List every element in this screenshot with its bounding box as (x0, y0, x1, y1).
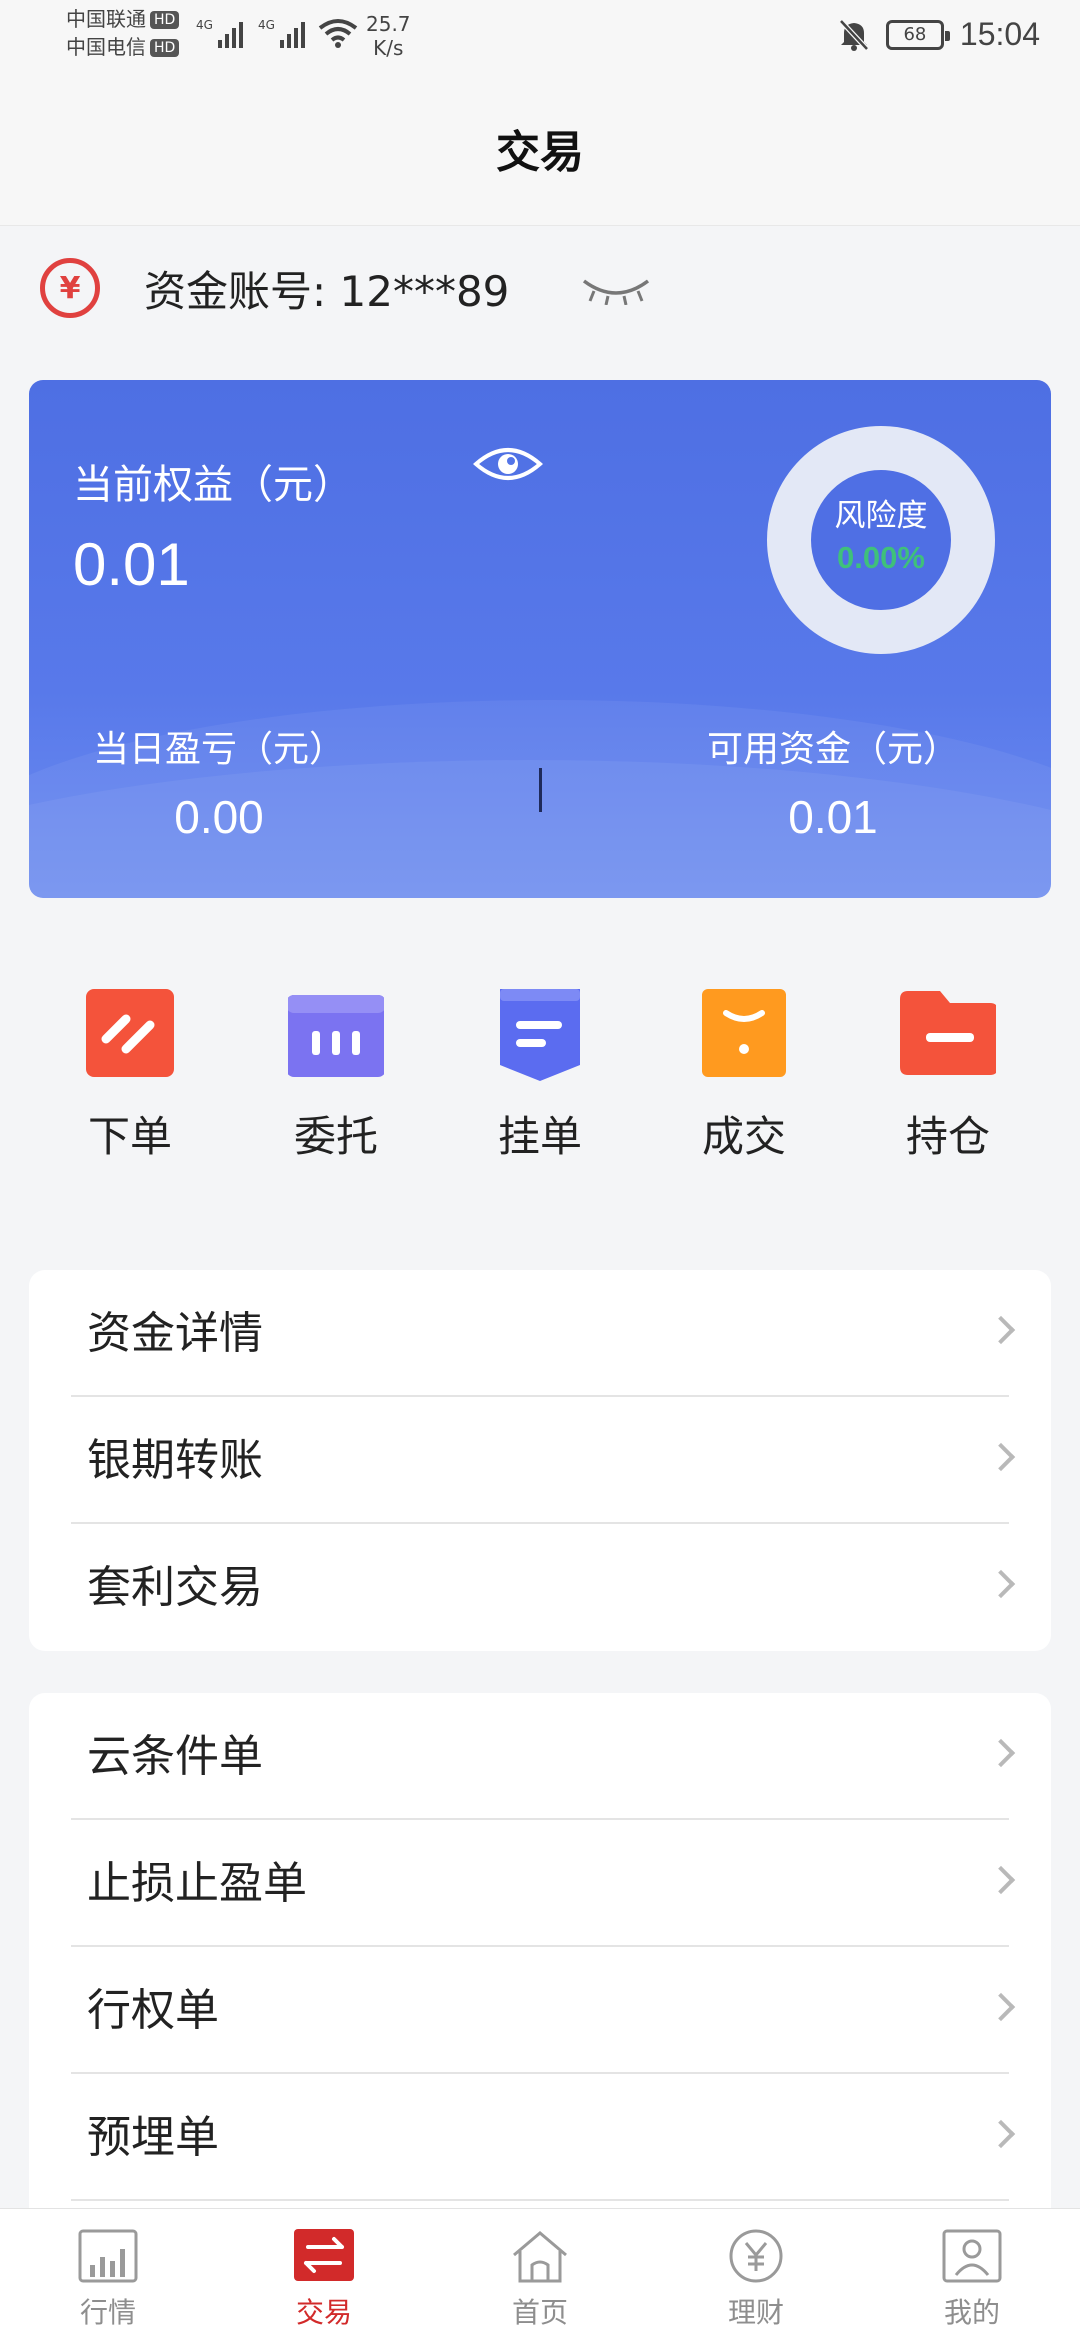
action-label: 下单 (87, 1112, 172, 1161)
action-label: 持仓 (905, 1112, 990, 1161)
market-chart-icon (78, 2229, 138, 2285)
tab-label: 我的 (943, 2296, 1000, 2329)
daily-pl: 当日盈亏（元） 0.00 (29, 720, 419, 844)
available-funds-value: 0.01 (788, 791, 878, 843)
action-place-order[interactable]: 下单 (50, 985, 210, 1164)
signal-icon: 4G (196, 18, 243, 48)
available-funds: 可用资金（元） 0.01 (633, 720, 1033, 844)
tab-trade[interactable]: 交易 (254, 2209, 394, 2331)
network-type-label: 4G (258, 18, 275, 32)
tab-label: 理财 (727, 2296, 784, 2329)
menu-item-stop-loss-take-profit[interactable]: 止损止盈单 (29, 1820, 1051, 1947)
action-deal[interactable]: 成交 (664, 985, 824, 1164)
quick-actions: 下单 委托 挂单 成交 持仓 (0, 985, 1080, 1161)
menu-item-label: 银期转账 (87, 1435, 263, 1486)
carrier-1-name: 中国联通 (66, 7, 146, 31)
network-type-label: 4G (196, 18, 213, 32)
action-entrust[interactable]: 委托 (256, 985, 416, 1164)
carrier-2-name: 中国电信 (66, 35, 146, 59)
network-speed: 25.7 K/s (366, 12, 411, 60)
chevron-right-icon (986, 2119, 1016, 2149)
available-funds-label: 可用资金（元） (706, 729, 959, 770)
wifi-icon (318, 19, 358, 48)
menu-item-cloud-conditional-order[interactable]: 云条件单 (29, 1693, 1051, 1820)
menu-item-label: 资金详情 (87, 1308, 263, 1359)
equity-value: 0.01 (73, 531, 190, 598)
tab-label: 交易 (295, 2296, 352, 2329)
equity-label: 当前权益（元） (73, 462, 353, 508)
tab-label: 行情 (79, 2296, 136, 2329)
daily-pl-value: 0.00 (174, 791, 264, 843)
menu-item-label: 套利交易 (87, 1562, 263, 1613)
menu-item-label: 行权单 (87, 1985, 219, 2036)
pending-order-icon (492, 985, 588, 1081)
tab-home[interactable]: 首页 (470, 2209, 610, 2331)
risk-value: 0.00% (837, 540, 925, 575)
menu-item-label: 止损止盈单 (87, 1858, 307, 1909)
tab-market[interactable]: 行情 (38, 2209, 178, 2331)
menu-item-fund-details[interactable]: 资金详情 (29, 1270, 1051, 1397)
daily-pl-label: 当日盈亏（元） (92, 729, 345, 770)
tab-profile[interactable]: 我的 (902, 2209, 1042, 2331)
fund-account-number: 资金账号: 12***89 (144, 266, 510, 316)
signal-icon: 4G (258, 18, 305, 48)
chevron-right-icon (986, 1569, 1016, 1599)
status-bar: 中国联通 HD 中国电信 HD 4G 4G 25.7 K/s 68 15:04 (0, 0, 1080, 76)
action-label: 委托 (293, 1112, 378, 1161)
entrust-icon (286, 985, 386, 1081)
menu-item-label: 预埋单 (87, 2112, 219, 2163)
place-order-icon (82, 985, 178, 1081)
profile-icon (942, 2229, 1002, 2285)
asset-summary-card: 当前权益（元） 0.01 风险度 0.00% 当日盈亏（元） 0.00 可用资金… (29, 380, 1051, 898)
bottom-tab-bar: 行情 交易 首页 理财 我的 (0, 2208, 1080, 2340)
divider (539, 768, 542, 812)
speed-value: 25.7 (366, 12, 411, 36)
speed-unit: K/s (373, 36, 404, 60)
tab-finance[interactable]: 理财 (686, 2209, 826, 2331)
menu-item-arbitrage-trading[interactable]: 套利交易 (29, 1524, 1051, 1651)
eye-closed-icon[interactable] (580, 275, 652, 305)
tab-label: 首页 (511, 2296, 568, 2329)
hd-badge: HD (150, 39, 180, 57)
action-label: 挂单 (497, 1112, 582, 1161)
carrier-2: 中国电信 HD (66, 34, 180, 60)
finance-yen-icon (726, 2229, 786, 2285)
carrier-1: 中国联通 HD (66, 6, 180, 32)
action-position[interactable]: 持仓 (868, 985, 1028, 1164)
menu-item-label: 云条件单 (87, 1731, 263, 1782)
chevron-right-icon (986, 1738, 1016, 1768)
position-icon (900, 985, 998, 1081)
nav-header: 交易 (0, 76, 1080, 226)
mute-bell-icon (839, 18, 869, 51)
chevron-right-icon (986, 1442, 1016, 1472)
action-pending-order[interactable]: 挂单 (460, 985, 620, 1164)
page-title: 交易 (496, 127, 584, 178)
risk-label: 风险度 (834, 498, 928, 534)
menu-group-funds: 资金详情 银期转账 套利交易 (29, 1270, 1051, 1651)
deal-icon (696, 985, 792, 1081)
home-icon (510, 2229, 570, 2285)
yen-account-icon: ¥ (40, 258, 100, 318)
chevron-right-icon (986, 1865, 1016, 1895)
battery-icon: 68 (885, 19, 950, 50)
menu-item-bank-futures-transfer[interactable]: 银期转账 (29, 1397, 1051, 1524)
chevron-right-icon (986, 1992, 1016, 2022)
chevron-right-icon (986, 1315, 1016, 1345)
menu-group-orders: 云条件单 止损止盈单 行权单 预埋单 (29, 1693, 1051, 2213)
menu-item-preset-order[interactable]: 预埋单 (29, 2074, 1051, 2201)
eye-open-icon[interactable] (473, 442, 543, 486)
action-label: 成交 (701, 1112, 786, 1161)
menu-item-exercise-order[interactable]: 行权单 (29, 1947, 1051, 2074)
trade-exchange-icon (294, 2229, 354, 2285)
hd-badge: HD (150, 11, 180, 29)
account-row: ¥ 资金账号: 12***89 (40, 258, 509, 318)
clock: 15:04 (959, 16, 1040, 52)
